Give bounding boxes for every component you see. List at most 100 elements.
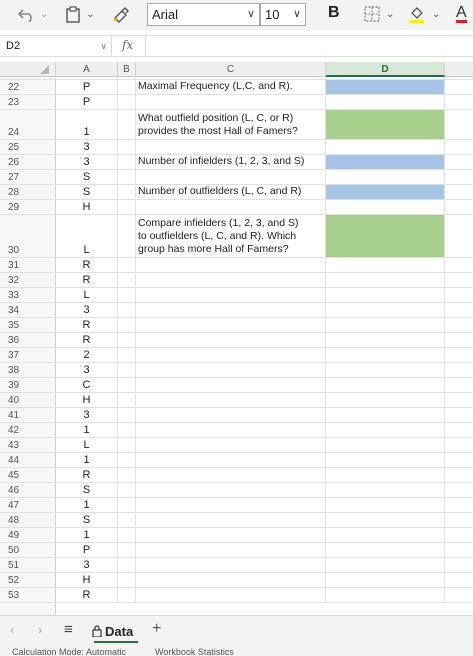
cell-b[interactable] xyxy=(118,215,136,257)
cell-d[interactable] xyxy=(326,318,445,332)
cell-a[interactable]: C xyxy=(56,378,118,392)
cell-c[interactable] xyxy=(136,303,326,317)
cell-b[interactable] xyxy=(118,528,136,542)
cell-c[interactable] xyxy=(136,258,326,272)
row-number[interactable]: 33 xyxy=(0,289,28,302)
cell-b[interactable] xyxy=(118,303,136,317)
cell-b[interactable] xyxy=(118,558,136,572)
cell-e[interactable] xyxy=(445,588,473,602)
cell-c[interactable] xyxy=(136,273,326,287)
cell-b[interactable] xyxy=(118,185,136,199)
cell-a[interactable]: R xyxy=(56,333,118,347)
cell-d[interactable] xyxy=(326,140,445,154)
cell-a[interactable]: S xyxy=(56,185,118,199)
row-number[interactable]: 24 xyxy=(0,126,28,139)
row-number[interactable]: 30 xyxy=(0,244,28,257)
cell-c[interactable] xyxy=(136,543,326,557)
cell-e[interactable] xyxy=(445,558,473,572)
name-box[interactable]: D2 ∨ xyxy=(0,36,112,56)
cell-c[interactable] xyxy=(136,200,326,214)
cell-e[interactable] xyxy=(445,378,473,392)
cell-b[interactable] xyxy=(118,273,136,287)
cell-d[interactable] xyxy=(326,498,445,512)
cell-c[interactable] xyxy=(136,468,326,482)
cell-a[interactable]: R xyxy=(56,588,118,602)
fx-icon[interactable]: fx xyxy=(122,38,133,52)
font-color-icon[interactable]: A xyxy=(456,5,467,23)
cell-a[interactable]: L xyxy=(56,215,118,257)
cell-b[interactable] xyxy=(118,318,136,332)
cell-a[interactable]: P xyxy=(56,95,118,109)
cell-c[interactable] xyxy=(136,438,326,452)
answer-cell-d[interactable] xyxy=(326,155,445,169)
cell-a[interactable]: S xyxy=(56,170,118,184)
row-number[interactable]: 35 xyxy=(0,319,28,332)
row-number[interactable]: 22 xyxy=(0,81,28,94)
row-number[interactable]: 23 xyxy=(0,96,28,109)
cell-a[interactable]: R xyxy=(56,258,118,272)
fill-color-icon[interactable] xyxy=(408,5,426,23)
cell-e[interactable] xyxy=(445,273,473,287)
cell-d[interactable] xyxy=(326,348,445,362)
row-number[interactable]: 25 xyxy=(0,141,28,154)
clipboard-icon[interactable] xyxy=(66,5,80,23)
cell-a[interactable]: 3 xyxy=(56,558,118,572)
cell-a[interactable]: H xyxy=(56,200,118,214)
column-header-d[interactable]: D xyxy=(326,62,445,77)
cell-c[interactable] xyxy=(136,348,326,362)
cell-c[interactable] xyxy=(136,288,326,302)
cell-b[interactable] xyxy=(118,378,136,392)
sheet-tab-data[interactable]: Data xyxy=(92,620,133,642)
row-number[interactable]: 34 xyxy=(0,304,28,317)
undo-dropdown-icon[interactable]: ⌄ xyxy=(40,5,48,23)
row-number[interactable]: 48 xyxy=(0,514,28,527)
cell-e[interactable] xyxy=(445,333,473,347)
row-number[interactable]: 39 xyxy=(0,379,28,392)
cell-a[interactable]: R xyxy=(56,318,118,332)
cell-e[interactable] xyxy=(445,200,473,214)
font-name-select[interactable]: Arial ∨ xyxy=(147,3,260,26)
cell-a[interactable]: 3 xyxy=(56,363,118,377)
cell-a[interactable]: 3 xyxy=(56,408,118,422)
cell-c[interactable] xyxy=(136,498,326,512)
row-number[interactable]: 38 xyxy=(0,364,28,377)
cell-c[interactable] xyxy=(136,423,326,437)
cell-e[interactable] xyxy=(445,498,473,512)
cell-b[interactable] xyxy=(118,258,136,272)
cell-d[interactable] xyxy=(326,95,445,109)
cell-c[interactable] xyxy=(136,483,326,497)
cell-e[interactable] xyxy=(445,438,473,452)
answer-cell-d[interactable] xyxy=(326,80,445,94)
cell-e[interactable] xyxy=(445,140,473,154)
cell-e[interactable] xyxy=(445,408,473,422)
cell-b[interactable] xyxy=(118,498,136,512)
cell-d[interactable] xyxy=(326,558,445,572)
cell-c[interactable] xyxy=(136,170,326,184)
answer-cell-d[interactable] xyxy=(326,215,445,257)
cell-c[interactable] xyxy=(136,318,326,332)
cell-d[interactable] xyxy=(326,588,445,602)
cell-c[interactable] xyxy=(136,140,326,154)
cell-b[interactable] xyxy=(118,155,136,169)
row-number[interactable]: 44 xyxy=(0,454,28,467)
cell-d[interactable] xyxy=(326,423,445,437)
cell-d[interactable] xyxy=(326,258,445,272)
cell-e[interactable] xyxy=(445,483,473,497)
cell-e[interactable] xyxy=(445,453,473,467)
cell-e[interactable] xyxy=(445,363,473,377)
cell-d[interactable] xyxy=(326,513,445,527)
row-number[interactable]: 49 xyxy=(0,529,28,542)
row-number[interactable]: 28 xyxy=(0,186,28,199)
cell-d[interactable] xyxy=(326,543,445,557)
cell-d[interactable] xyxy=(326,273,445,287)
cell-e[interactable] xyxy=(445,258,473,272)
row-number[interactable]: 51 xyxy=(0,559,28,572)
cell-d[interactable] xyxy=(326,303,445,317)
cell-e[interactable] xyxy=(445,288,473,302)
cell-b[interactable] xyxy=(118,513,136,527)
cell-c[interactable] xyxy=(136,573,326,587)
cell-d[interactable] xyxy=(326,468,445,482)
cell-e[interactable] xyxy=(445,80,473,94)
cell-a[interactable]: S xyxy=(56,483,118,497)
cell-a[interactable]: R xyxy=(56,273,118,287)
